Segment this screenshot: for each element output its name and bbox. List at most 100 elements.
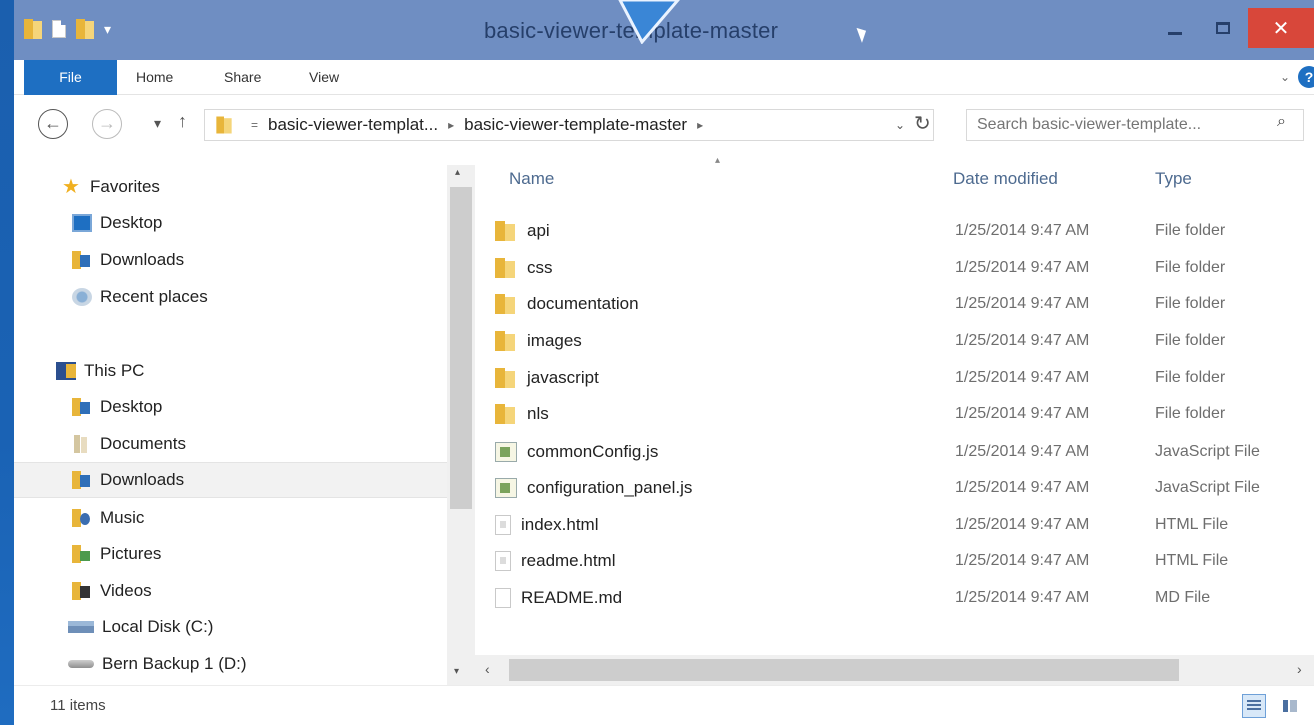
maximize-button[interactable] <box>1200 8 1246 48</box>
back-button[interactable]: ← <box>38 109 68 139</box>
navigation-pane-scrollbar[interactable]: ▴ <box>447 165 475 685</box>
nav-item-label: Music <box>100 508 145 527</box>
folder-icon <box>495 404 517 424</box>
nav-item-this-pc[interactable]: This PC <box>14 353 461 389</box>
nav-item-documents[interactable]: Documents <box>14 426 461 462</box>
file-type: File folder <box>1155 332 1226 349</box>
nav-item-pc-downloads[interactable]: Downloads <box>14 462 461 498</box>
file-type: HTML File <box>1155 516 1229 533</box>
ribbon-right-controls: ⌄ ? <box>1280 66 1314 88</box>
file-row[interactable]: javascript 1/25/2014 9:47 AM File folder <box>495 360 1295 396</box>
breadcrumb-parent[interactable]: basic-viewer-templat... <box>268 115 438 135</box>
column-header-date-modified[interactable]: Date modified <box>953 169 1058 189</box>
nav-item-label: Recent places <box>100 287 208 306</box>
folder-icon <box>495 331 517 351</box>
details-view-icon[interactable] <box>1242 694 1266 718</box>
recent-places-icon <box>72 288 92 306</box>
scrollbar-thumb[interactable] <box>450 187 472 509</box>
file-row[interactable]: readme.html 1/25/2014 9:47 AM HTML File <box>495 543 1295 579</box>
file-list: ▴ Name Date modified Type api 1/25/2014 … <box>475 155 1314 655</box>
file-row[interactable]: configuration_panel.js 1/25/2014 9:47 AM… <box>495 470 1295 506</box>
chevron-right-icon[interactable]: ▸ <box>448 118 454 132</box>
file-row[interactable]: nls 1/25/2014 9:47 AM File folder <box>495 396 1295 432</box>
address-history-dropdown[interactable]: ⌄ <box>895 118 905 132</box>
file-row[interactable]: images 1/25/2014 9:47 AM File folder <box>495 323 1295 359</box>
music-icon <box>72 509 92 527</box>
address-row: ← → ▾ ↑ = basic-viewer-templat... ▸ basi… <box>14 95 1314 155</box>
file-list-horizontal-scrollbar[interactable]: ‹ › <box>475 655 1314 685</box>
chevron-right-icon[interactable]: ▸ <box>697 118 703 132</box>
refresh-icon[interactable]: ↻ <box>914 111 931 136</box>
new-folder-icon[interactable] <box>76 19 94 39</box>
nav-item-local-disk[interactable]: Local Disk (C:) <box>14 609 461 645</box>
forward-button[interactable]: → <box>92 109 122 139</box>
nav-item-backup-drive[interactable]: Bern Backup 1 (D:) <box>14 646 461 682</box>
up-icon[interactable]: ↑ <box>178 111 187 132</box>
file-date: 1/25/2014 9:47 AM <box>955 369 1090 386</box>
folder-icon <box>495 294 517 314</box>
expand-ribbon-icon[interactable]: ⌄ <box>1280 70 1290 84</box>
nav-item-videos[interactable]: Videos <box>14 573 461 609</box>
nav-item-pictures[interactable]: Pictures <box>14 536 461 572</box>
nav-item-desktop[interactable]: Desktop <box>14 205 461 241</box>
file-row[interactable]: README.md 1/25/2014 9:47 AM MD File <box>495 580 1295 616</box>
nav-item-favorites[interactable]: ★ Favorites <box>14 169 461 205</box>
markdown-file-icon <box>495 588 511 608</box>
folder-icon <box>24 19 42 39</box>
nav-item-label: Local Disk (C:) <box>102 617 214 636</box>
help-icon[interactable]: ? <box>1298 66 1314 88</box>
javascript-file-icon <box>495 442 517 462</box>
file-row[interactable]: api 1/25/2014 9:47 AM File folder <box>495 213 1295 249</box>
tab-view[interactable]: View <box>309 60 339 95</box>
close-button[interactable]: ✕ <box>1248 8 1314 48</box>
html-file-icon <box>495 515 511 535</box>
column-header-name[interactable]: Name <box>509 169 554 189</box>
folder-icon <box>495 258 517 278</box>
large-icons-view-icon[interactable] <box>1278 694 1302 718</box>
tab-file[interactable]: File <box>24 60 117 95</box>
customize-toolbar-arrow[interactable]: ▾ <box>104 21 111 38</box>
desktop-folder-icon <box>72 398 92 416</box>
file-name: index.html <box>521 515 599 534</box>
file-row[interactable]: commonConfig.js 1/25/2014 9:47 AM JavaSc… <box>495 434 1295 470</box>
scroll-left-icon[interactable]: ‹ <box>485 661 490 677</box>
nav-item-recent-places[interactable]: Recent places <box>14 279 461 315</box>
title-bar[interactable]: ▾ basic-viewer-template-master ✕ <box>14 0 1314 60</box>
sort-ascending-icon: ▴ <box>715 155 721 166</box>
scrollbar-thumb[interactable] <box>509 659 1179 681</box>
file-date: 1/25/2014 9:47 AM <box>955 479 1090 496</box>
file-type: MD File <box>1155 589 1211 606</box>
file-date: 1/25/2014 9:47 AM <box>955 332 1090 349</box>
file-name: css <box>527 258 553 277</box>
file-date: 1/25/2014 9:47 AM <box>955 589 1090 606</box>
file-row[interactable]: css 1/25/2014 9:47 AM File folder <box>495 250 1295 286</box>
html-file-icon <box>495 551 511 571</box>
breadcrumb-current[interactable]: basic-viewer-template-master <box>464 115 687 135</box>
file-row[interactable]: index.html 1/25/2014 9:47 AM HTML File <box>495 507 1295 543</box>
file-date: 1/25/2014 9:47 AM <box>955 405 1090 422</box>
scroll-right-icon[interactable]: › <box>1297 661 1302 677</box>
scroll-up-icon[interactable]: ▴ <box>455 167 460 178</box>
nav-item-label: Desktop <box>100 397 163 416</box>
tab-share[interactable]: Share <box>224 60 261 95</box>
search-icon[interactable]: ⌕ <box>1277 113 1286 131</box>
nav-item-music[interactable]: Music <box>14 500 461 536</box>
column-header-type[interactable]: Type <box>1155 169 1192 189</box>
tab-home[interactable]: Home <box>136 60 173 95</box>
minimize-button[interactable] <box>1152 8 1198 48</box>
computer-icon <box>56 362 76 380</box>
pointer-arrow-icon <box>618 0 680 44</box>
address-bar[interactable]: = basic-viewer-templat... ▸ basic-viewer… <box>204 109 934 141</box>
item-count: 11 items <box>50 697 106 714</box>
file-name: commonConfig.js <box>527 442 659 461</box>
nav-item-pc-desktop[interactable]: Desktop <box>14 389 461 425</box>
nav-item-downloads[interactable]: Downloads <box>14 242 461 278</box>
properties-icon[interactable] <box>52 20 66 38</box>
file-row[interactable]: documentation 1/25/2014 9:47 AM File fol… <box>495 286 1295 322</box>
recent-locations-icon[interactable]: ▾ <box>154 115 161 132</box>
scroll-down-icon[interactable]: ▾ <box>454 666 459 677</box>
search-input[interactable] <box>966 109 1304 141</box>
star-icon: ★ <box>62 176 80 198</box>
downloads-icon <box>72 471 92 489</box>
file-type: JavaScript File <box>1155 443 1260 460</box>
